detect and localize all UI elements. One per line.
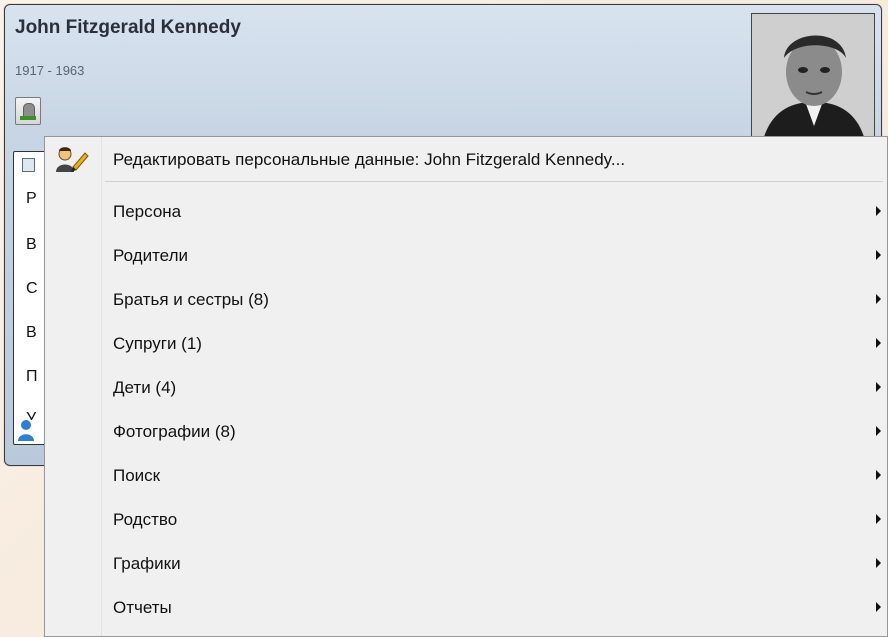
person-edit-icon (56, 147, 89, 172)
portrait-image (752, 14, 874, 142)
menu-item-persona[interactable]: Персона (45, 189, 887, 233)
menu-item-relationship[interactable]: Родство (45, 497, 887, 541)
fact-line: П (26, 368, 38, 385)
menu-item-charts[interactable]: Графики (45, 541, 887, 585)
menu-item-siblings[interactable]: Братья и сестры (8) (45, 277, 887, 321)
submenu-arrow-icon (876, 294, 881, 304)
submenu-arrow-icon (876, 382, 881, 392)
person-photo (751, 13, 875, 143)
menu-item-children[interactable]: Дети (4) (45, 365, 887, 409)
submenu-arrow-icon (876, 558, 881, 568)
fact-line: С (26, 280, 38, 297)
submenu-arrow-icon (876, 206, 881, 216)
menu-item-label: Редактировать персональные данные: John … (113, 150, 626, 169)
person-name: John Fitzgerald Kennedy (15, 17, 241, 38)
person-icon[interactable] (17, 419, 35, 441)
submenu-arrow-icon (876, 426, 881, 436)
fact-line: Р (26, 190, 37, 207)
submenu-arrow-icon (876, 602, 881, 612)
submenu-arrow-icon (876, 250, 881, 260)
gravestone-icon (23, 103, 35, 117)
menu-item-label: Фотографии (8) (113, 422, 236, 441)
menu-item-label: Братья и сестры (8) (113, 290, 269, 309)
submenu-arrow-icon (876, 470, 881, 480)
person-years: 1917 - 1963 (15, 63, 85, 78)
context-menu: Редактировать персональные данные: John … (44, 136, 888, 637)
menu-item-label: Супруги (1) (113, 334, 202, 353)
fact-line: В (26, 324, 37, 341)
menu-item-reports[interactable]: Отчеты (45, 585, 887, 629)
menu-item-label: Персона (113, 202, 182, 221)
facts-tab-icon[interactable] (22, 158, 35, 172)
menu-item-parents[interactable]: Родители (45, 233, 887, 277)
gravestone-button[interactable] (15, 97, 41, 125)
submenu-arrow-icon (876, 338, 881, 348)
menu-item-label: Родство (113, 510, 178, 529)
menu-item-search[interactable]: Поиск (45, 453, 887, 497)
menu-item-photos[interactable]: Фотографии (8) (45, 409, 887, 453)
menu-item-spouses[interactable]: Супруги (1) (45, 321, 887, 365)
menu-item-label: Родители (113, 246, 188, 265)
menu-item-label: Поиск (113, 466, 161, 485)
menu-item-label: Дети (4) (113, 378, 177, 397)
fact-line: В (26, 236, 37, 253)
grass-strip (20, 116, 36, 120)
menu-item-edit-person[interactable]: Редактировать персональные данные: John … (45, 137, 887, 181)
submenu-arrow-icon (876, 514, 881, 524)
menu-separator (105, 181, 883, 182)
menu-item-label: Отчеты (113, 598, 172, 617)
menu-item-label: Графики (113, 554, 181, 573)
